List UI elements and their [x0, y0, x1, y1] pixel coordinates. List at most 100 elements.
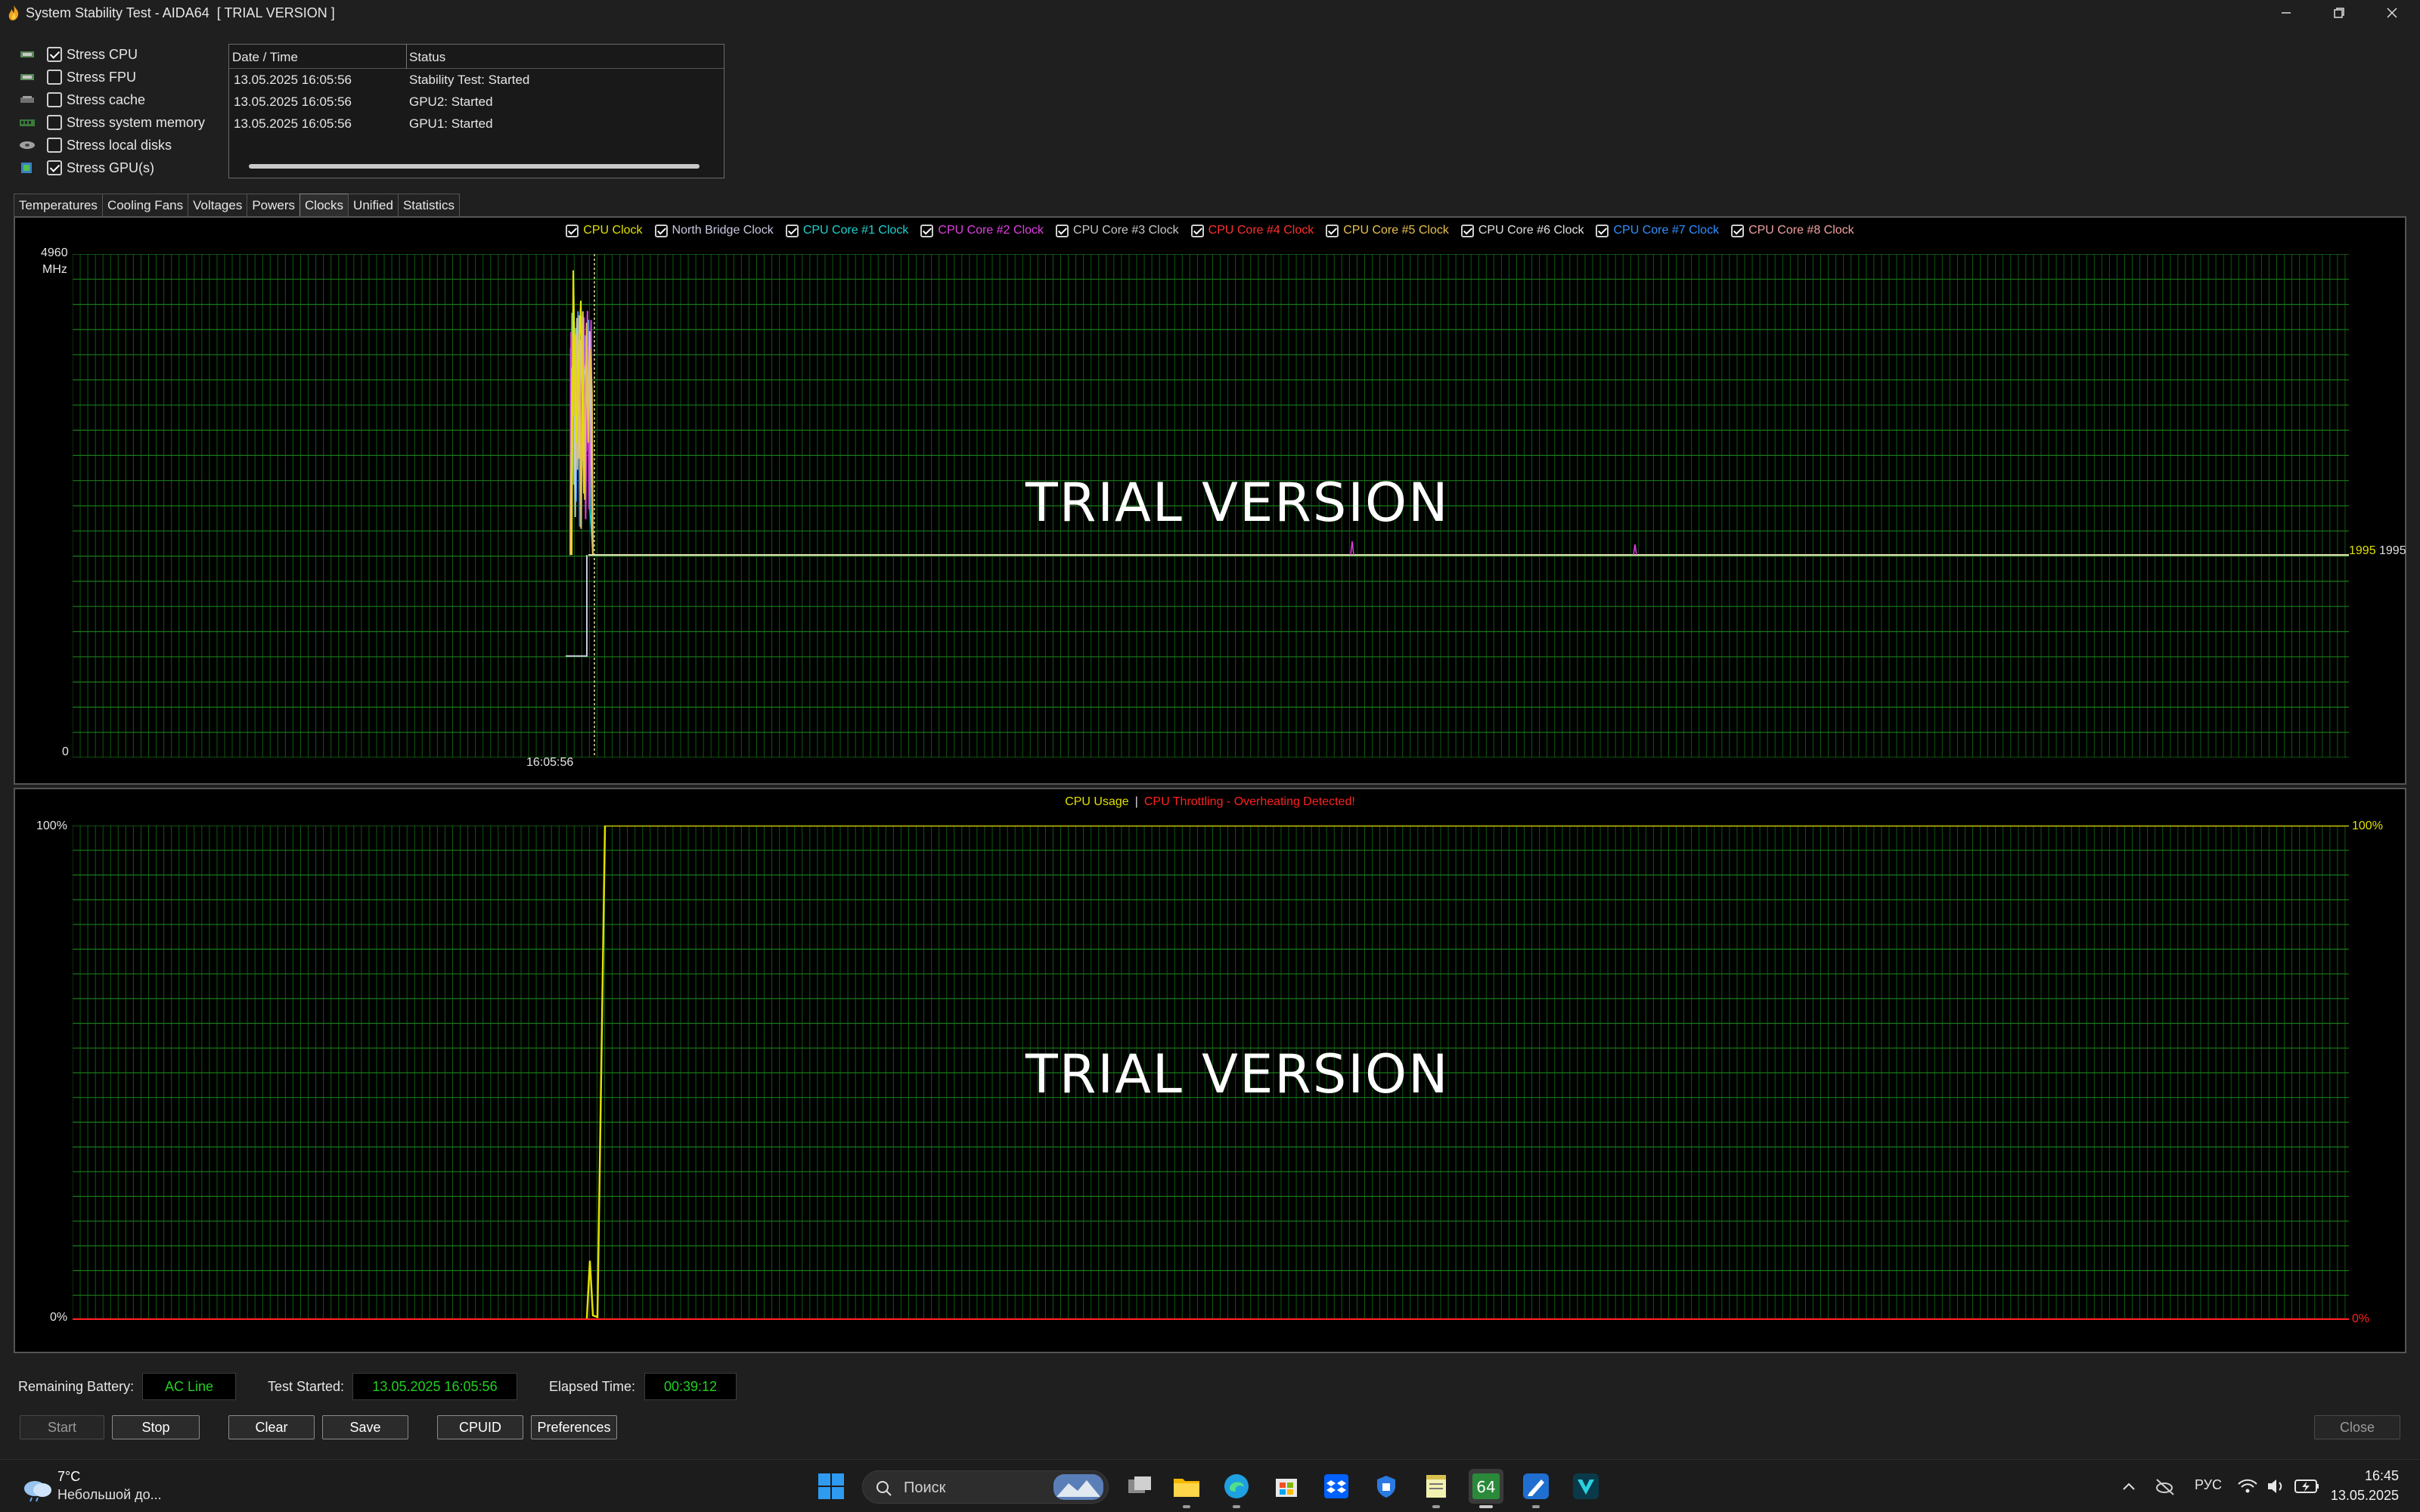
clock[interactable]: 16:45 13.05.2025	[2329, 1466, 2412, 1507]
aida64-taskbar-button[interactable]: 64	[1469, 1469, 1503, 1508]
taskbar-search[interactable]: Поиск	[862, 1470, 1109, 1504]
fpu-icon	[18, 70, 36, 84]
notepad-button[interactable]	[1419, 1469, 1454, 1508]
notepad-icon	[1426, 1475, 1446, 1498]
legend-checkbox[interactable]	[1596, 224, 1609, 237]
tab-clocks[interactable]: Clocks	[299, 194, 349, 216]
stress-disks-checkbox[interactable]	[47, 138, 62, 153]
legend-checkbox[interactable]	[654, 224, 668, 237]
stress-disks-option[interactable]: Stress local disks	[18, 135, 230, 156]
legend-checkbox[interactable]	[1326, 224, 1339, 237]
tab-voltages[interactable]: Voltages	[188, 194, 248, 216]
legend-checkbox[interactable]	[1731, 224, 1745, 237]
minimize-icon	[2282, 12, 2291, 14]
legend-item[interactable]: CPU Core #3 Clock	[1056, 224, 1179, 237]
legend-checkbox[interactable]	[785, 224, 799, 237]
tab-powers[interactable]: Powers	[247, 194, 301, 216]
log-header-datetime[interactable]: Date / Time	[232, 50, 298, 65]
minimize-button[interactable]	[2261, 0, 2311, 26]
legend-item[interactable]: North Bridge Clock	[654, 224, 774, 237]
stress-gpu-option[interactable]: Stress GPU(s)	[18, 157, 230, 178]
x-axis-time-label: 16:05:56	[526, 756, 574, 769]
pen-app-button[interactable]	[1519, 1469, 1553, 1508]
stress-disks-label: Stress local disks	[67, 137, 172, 153]
clear-button[interactable]: Clear	[228, 1415, 315, 1439]
task-view-button[interactable]	[1122, 1469, 1157, 1504]
cache-icon	[18, 93, 36, 107]
tab-statistics[interactable]: Statistics	[397, 194, 460, 216]
stress-gpu-checkbox[interactable]	[47, 160, 62, 175]
edge-browser-button[interactable]	[1219, 1469, 1254, 1508]
battery-label: Remaining Battery:	[18, 1379, 135, 1394]
stress-fpu-checkbox[interactable]	[47, 70, 62, 85]
legend-checkbox[interactable]	[920, 224, 934, 237]
tab-unified[interactable]: Unified	[348, 194, 399, 216]
weather-widget[interactable]: 7°C Небольшой до...	[15, 1466, 182, 1508]
elapsed-time-value: 00:39:12	[644, 1373, 737, 1400]
close-window-button[interactable]	[2367, 0, 2417, 26]
edge-icon	[1224, 1474, 1249, 1498]
column-divider[interactable]	[406, 45, 407, 69]
gpu-icon	[18, 161, 36, 175]
network-volume-battery-group[interactable]	[2237, 1473, 2322, 1499]
predator-icon	[1573, 1473, 1599, 1499]
y-axis-unit-label: MHz	[42, 263, 67, 276]
y-axis-min-label: 0	[62, 745, 69, 758]
legend-item[interactable]: CPU Core #8 Clock	[1731, 224, 1854, 237]
stress-cache-checkbox[interactable]	[47, 92, 62, 107]
legend-item[interactable]: CPU Core #5 Clock	[1326, 224, 1449, 237]
battery-charging-icon	[2294, 1479, 2319, 1493]
legend-item[interactable]: CPU Core #2 Clock	[920, 224, 1044, 237]
log-header-status[interactable]: Status	[409, 50, 445, 65]
dropbox-button[interactable]	[1319, 1469, 1354, 1504]
language-indicator[interactable]: РУС	[2195, 1477, 2222, 1493]
stress-fpu-option[interactable]: Stress FPU	[18, 67, 230, 88]
security-app-button[interactable]	[1369, 1469, 1404, 1504]
predator-sense-button[interactable]	[1568, 1469, 1603, 1504]
stress-cpu-option[interactable]: Stress CPU	[18, 44, 230, 65]
y-axis-max-label: 4960	[41, 246, 68, 259]
stress-cpu-checkbox[interactable]	[47, 47, 62, 62]
file-explorer-button[interactable]	[1169, 1469, 1204, 1508]
restore-button[interactable]	[2314, 0, 2364, 26]
stop-button[interactable]: Stop	[112, 1415, 200, 1439]
log-row-time: 13.05.2025 16:05:56	[234, 94, 352, 109]
stress-cache-option[interactable]: Stress cache	[18, 89, 230, 110]
legend-label: CPU Clock	[583, 224, 643, 237]
tab-temperatures[interactable]: Temperatures	[14, 194, 103, 216]
preferences-button[interactable]: Preferences	[531, 1415, 617, 1439]
legend-checkbox[interactable]	[566, 224, 579, 237]
legend-item[interactable]: CPU Core #4 Clock	[1190, 224, 1314, 237]
log-row[interactable]: 13.05.2025 16:05:56 GPU1: Started	[229, 113, 724, 135]
log-row[interactable]: 13.05.2025 16:05:56 GPU2: Started	[229, 91, 724, 113]
right-axis-min-label: 0%	[2352, 1312, 2370, 1325]
cloud-sync-status[interactable]	[2154, 1475, 2176, 1498]
running-indicator	[1532, 1505, 1540, 1508]
pen-app-icon	[1523, 1473, 1549, 1499]
close-button[interactable]: Close	[2314, 1415, 2400, 1439]
start-button[interactable]: Start	[20, 1415, 104, 1439]
legend-item[interactable]: CPU Core #7 Clock	[1596, 224, 1719, 237]
stress-memory-option[interactable]: Stress system memory	[18, 112, 230, 133]
legend-item[interactable]: CPU Clock	[566, 224, 643, 237]
show-hidden-icons-button[interactable]	[2118, 1475, 2140, 1498]
legend-checkbox[interactable]	[1056, 224, 1069, 237]
start-menu-button[interactable]	[814, 1469, 849, 1504]
save-button[interactable]: Save	[322, 1415, 408, 1439]
legend-item[interactable]: CPU Core #1 Clock	[785, 224, 908, 237]
clock-date: 13.05.2025	[2330, 1488, 2399, 1503]
legend-checkbox[interactable]	[1190, 224, 1204, 237]
core-clock-blip	[1350, 541, 1354, 556]
tab-cooling-fans[interactable]: Cooling Fans	[101, 194, 189, 216]
log-row[interactable]: 13.05.2025 16:05:56 Stability Test: Star…	[229, 69, 724, 91]
legend-separator: |	[1134, 795, 1138, 808]
store-button[interactable]	[1269, 1469, 1304, 1504]
legend-item[interactable]: CPU Core #6 Clock	[1460, 224, 1584, 237]
dropbox-icon	[1324, 1474, 1348, 1498]
stress-memory-checkbox[interactable]	[47, 115, 62, 130]
event-log-table[interactable]: Date / Time Status 13.05.2025 16:05:56 S…	[228, 44, 724, 178]
cpuid-button[interactable]: CPUID	[437, 1415, 523, 1439]
cpu-usage-chart-panel: CPU Usage | CPU Throttling - Overheating…	[14, 788, 2406, 1353]
legend-checkbox[interactable]	[1460, 224, 1474, 237]
horizontal-scrollbar[interactable]	[249, 164, 700, 169]
